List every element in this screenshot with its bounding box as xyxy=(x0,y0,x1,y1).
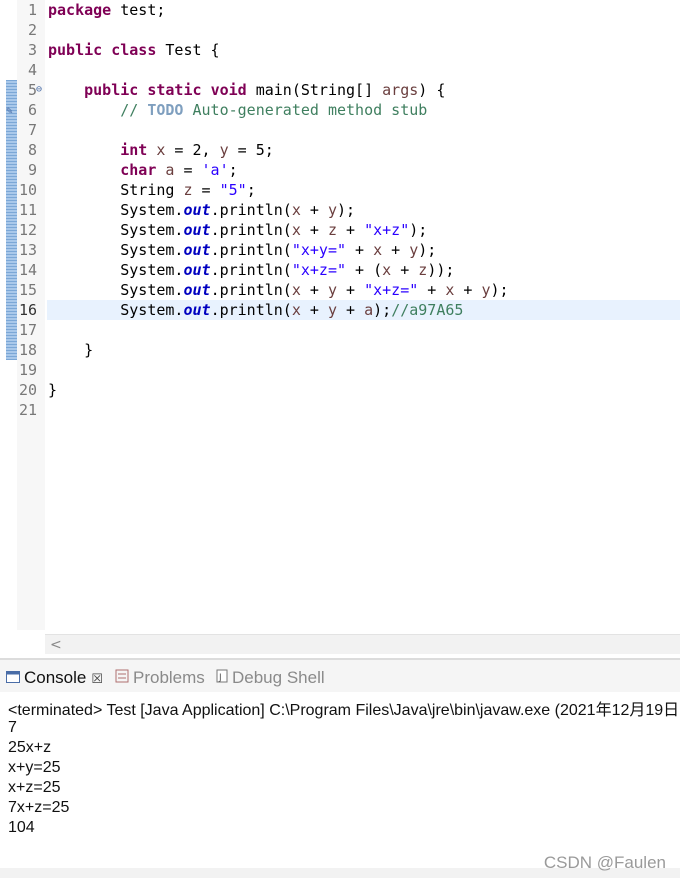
code-line[interactable]: System.out.println("x+z=" + (x + z)); xyxy=(48,260,454,280)
output-line: 7 xyxy=(8,719,17,736)
line-number: 15 xyxy=(18,281,37,299)
line-number: 11 xyxy=(18,201,37,219)
code-line[interactable]: int x = 2, y = 5; xyxy=(48,140,274,160)
code-line[interactable]: package test; xyxy=(48,0,165,20)
output-line: x+z=25 xyxy=(8,779,61,796)
tab-console[interactable]: Console ☒ xyxy=(6,660,103,692)
horizontal-scrollbar[interactable]: < xyxy=(45,634,680,654)
task-marker-icon: ✎ xyxy=(6,104,13,117)
line-number: 17 xyxy=(18,321,37,339)
code-line[interactable]: } xyxy=(48,340,93,360)
scroll-left-icon[interactable]: < xyxy=(50,635,62,654)
console-icon xyxy=(6,660,20,696)
collapse-icon[interactable]: ⊖ xyxy=(36,80,42,100)
line-number: 14 xyxy=(18,261,37,279)
line-number: 5 xyxy=(27,81,37,99)
output-line: x+y=25 xyxy=(8,759,61,776)
tab-debug-shell[interactable]: J Debug Shell xyxy=(216,660,325,692)
line-number: 9 xyxy=(27,161,37,179)
change-marker-bar xyxy=(6,80,17,360)
tab-problems-label: Problems xyxy=(133,668,205,687)
line-number: 12 xyxy=(18,221,37,239)
line-number: 4 xyxy=(27,61,37,79)
code-line-current[interactable]: System.out.println(x + y + a);//a97A65 xyxy=(48,300,463,320)
line-number: 19 xyxy=(18,361,37,379)
line-number: 8 xyxy=(27,141,37,159)
line-number: 18 xyxy=(18,341,37,359)
code-line[interactable]: // TODO Auto-generated method stub xyxy=(48,100,427,120)
line-number: 2 xyxy=(27,21,37,39)
code-line[interactable]: System.out.println(x + y); xyxy=(48,200,355,220)
problems-icon xyxy=(115,660,129,696)
output-line: 25x+z xyxy=(8,739,52,756)
line-number-gutter: 1 2 3 4 5 ⊖ 6 7 8 9 10 11 12 13 14 15 16… xyxy=(17,0,45,630)
tab-console-label: Console xyxy=(24,668,87,687)
code-line[interactable]: System.out.println(x + z + "x+z"); xyxy=(48,220,427,240)
line-number: 21 xyxy=(18,401,37,419)
line-number: 3 xyxy=(27,41,37,59)
line-number: 6 xyxy=(27,101,37,119)
watermark: CSDN @Faulen xyxy=(543,853,666,872)
output-line: 104 xyxy=(8,819,35,836)
debug-shell-icon: J xyxy=(216,660,228,696)
tab-problems[interactable]: Problems xyxy=(115,660,205,692)
output-line: 7x+z=25 xyxy=(8,799,70,816)
code-line[interactable]: public class Test { xyxy=(48,40,220,60)
terminated-status: <terminated> Test [Java Application] C:\… xyxy=(8,702,680,719)
code-line[interactable]: String z = "5"; xyxy=(48,180,255,200)
line-number: 7 xyxy=(27,121,37,139)
code-line[interactable]: System.out.println(x + y + "x+z=" + x + … xyxy=(48,280,508,300)
code-line[interactable]: char a = 'a'; xyxy=(48,160,237,180)
svg-text:J: J xyxy=(218,673,222,683)
line-number: 10 xyxy=(18,181,37,199)
console-output[interactable]: 7 25x+z x+y=25 x+z=25 7x+z=25 104 xyxy=(8,718,69,838)
code-line[interactable]: System.out.println("x+y=" + x + y); xyxy=(48,240,436,260)
close-icon[interactable]: ☒ xyxy=(91,671,103,686)
code-editor[interactable]: ✎ 1 2 3 4 5 ⊖ 6 7 8 9 10 11 12 13 14 15 … xyxy=(0,0,680,654)
line-number: 13 xyxy=(18,241,37,259)
console-panel: Console ☒ Problems J Debug Shell <termina… xyxy=(0,658,680,880)
view-tab-bar: Console ☒ Problems J Debug Shell xyxy=(0,660,680,692)
line-number-current: 16 xyxy=(18,301,37,319)
code-line[interactable]: } xyxy=(48,380,57,400)
tab-debug-shell-label: Debug Shell xyxy=(232,668,325,687)
line-number: 20 xyxy=(18,381,37,399)
code-line[interactable]: public static void main(String[] args) { xyxy=(48,80,445,100)
line-number: 1 xyxy=(27,1,37,19)
